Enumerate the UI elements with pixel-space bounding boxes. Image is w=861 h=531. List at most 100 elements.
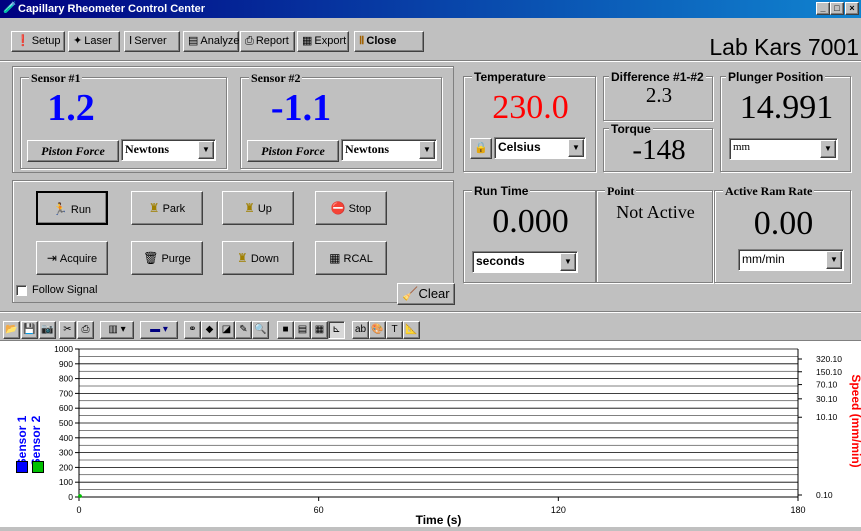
server-icon: Ⅰ [129, 35, 133, 47]
ram-rate-title: Active Ram Rate [723, 184, 815, 199]
pencil-icon: ✎ [239, 324, 248, 335]
stop-icon: ⛔ [330, 201, 346, 215]
shape-button[interactable]: ◪ [218, 321, 235, 339]
fill-button[interactable]: ■ [277, 321, 294, 339]
y-tick-label: 400 [59, 433, 73, 443]
park-button[interactable]: ♜ Park [131, 191, 203, 225]
grid-button[interactable]: ▦ [311, 321, 328, 339]
purge-button[interactable]: 🗑 Purge [131, 241, 203, 275]
y-axis-label-sensor1: Sensor 1 [15, 415, 29, 466]
text-button[interactable]: T [386, 321, 403, 339]
text-tool-icon: T [391, 324, 398, 335]
label-button[interactable]: ab [352, 321, 369, 339]
color-dropdown[interactable]: ▬ ▾ [140, 321, 178, 339]
difference-title: Difference #1-#2 [609, 70, 706, 84]
color-swatch-icon: ▬ ▾ [150, 324, 168, 335]
folder-icon: 📂 [5, 324, 18, 335]
sensor1-group: Sensor #1 1.2 Piston Force Newtons ▼ [20, 71, 227, 169]
down-icon: ♜ [237, 251, 248, 265]
sensor2-unit-select[interactable]: Newtons ▼ [341, 139, 437, 161]
setup-icon: ❗ [16, 35, 30, 47]
printer-icon: ⎙ [81, 324, 90, 335]
axes-button[interactable]: ⊾ [328, 321, 345, 339]
sensor2-color-swatch[interactable] [32, 461, 44, 473]
report-button[interactable]: ⎙ Report [240, 31, 295, 52]
minimize-button[interactable]: _ [816, 2, 830, 15]
scale-button[interactable]: 📐 [403, 321, 420, 339]
y-tick-label: 700 [59, 388, 73, 398]
chart-type-dropdown[interactable]: ▥ ▾ [100, 321, 134, 339]
maximize-button[interactable]: □ [830, 2, 844, 15]
chart-divider [0, 311, 861, 313]
close-window-button[interactable]: × [845, 2, 859, 15]
edit-button[interactable]: ✎ [235, 321, 252, 339]
clear-button[interactable]: 🧹Clear [397, 283, 455, 305]
table-button[interactable]: ▤ [294, 321, 311, 339]
stop-button[interactable]: ⛔ Stop [315, 191, 387, 225]
zoom-button[interactable]: ⚭ [184, 321, 201, 339]
analyze-button[interactable]: ▤ Analyze [183, 31, 240, 52]
server-button[interactable]: Ⅰ Server [124, 31, 180, 52]
sensor1-color-swatch[interactable] [16, 461, 28, 473]
export-icon: ▦ [302, 35, 313, 47]
chart-type-icon: ▥ ▾ [108, 324, 126, 335]
sensor1-value: 1.2 [47, 87, 95, 129]
temperature-unit-select[interactable]: Celsius ▼ [494, 137, 586, 159]
rcal-button[interactable]: ▦ RCAL [315, 241, 387, 275]
chevron-down-icon[interactable]: ▼ [568, 139, 584, 157]
shape-icon: ◪ [221, 324, 232, 335]
up-button[interactable]: ♜ Up [222, 191, 294, 225]
copy-button[interactable]: 📷 [39, 321, 56, 339]
acquire-button[interactable]: ⇥ Acquire [36, 241, 108, 275]
print-button[interactable]: ⎙ [77, 321, 94, 339]
park-icon: ♜ [148, 201, 160, 215]
follow-signal-checkbox[interactable] [16, 285, 27, 296]
fill-icon: ■ [282, 324, 289, 335]
broom-icon: 🧹 [402, 286, 419, 301]
sensor1-piston-force-button[interactable]: Piston Force [27, 140, 119, 162]
chevron-down-icon[interactable]: ▼ [560, 253, 576, 271]
sensor2-piston-force-button[interactable]: Piston Force [247, 140, 339, 162]
chart-area: 0 100 200 300 400 500 600 700 800 900 1000 0 60 120 18… [0, 340, 861, 527]
laser-button[interactable]: ✦ Laser [68, 31, 120, 52]
scissors-icon: ✂ [63, 324, 72, 335]
ruler-icon: 📐 [405, 324, 418, 335]
sensor1-unit-select[interactable]: Newtons ▼ [121, 139, 216, 161]
down-button[interactable]: ♜ Down [222, 241, 294, 275]
export-button[interactable]: ▦ Export [297, 31, 349, 52]
pattern-button[interactable]: ◆ [201, 321, 218, 339]
chevron-down-icon[interactable]: ▼ [198, 141, 214, 159]
close-button[interactable]: Ⅱ Close [354, 31, 424, 52]
lock-button[interactable]: 🔒 [470, 138, 492, 159]
palette-icon: 🎨 [371, 324, 384, 335]
rcal-icon: ▦ [329, 251, 341, 265]
cut-button[interactable]: ✂ [59, 321, 76, 339]
setup-button[interactable]: ❗ Setup [11, 31, 65, 52]
x-tick-label: 60 [314, 505, 324, 515]
lock-icon: 🔒 [474, 142, 488, 154]
y2-tick-label: 0.10 [816, 490, 833, 500]
run-time-unit-select[interactable]: seconds ▼ [472, 251, 578, 273]
y2-tick-label: 320.10 [816, 354, 842, 364]
y-tick-label: 1000 [54, 344, 73, 354]
up-icon: ♜ [244, 201, 255, 215]
sensor1-title: Sensor #1 [29, 71, 83, 86]
y-tick-label: 200 [59, 462, 73, 472]
chevron-down-icon[interactable]: ▼ [826, 251, 842, 269]
run-time-title: Run Time [472, 184, 531, 198]
analyze-icon: ▤ [188, 35, 199, 47]
run-button[interactable]: 🏃 Run [36, 191, 108, 225]
plunger-unit-select[interactable]: mm ▼ [729, 138, 838, 160]
save-button[interactable]: 💾 [21, 321, 38, 339]
trash-icon: 🗑 [143, 251, 159, 265]
y2-tick-label: 10.10 [816, 412, 838, 422]
label-icon: ab [354, 324, 367, 335]
chevron-down-icon[interactable]: ▼ [419, 141, 435, 159]
ram-rate-unit-select[interactable]: mm/min ▼ [738, 249, 844, 271]
chevron-down-icon[interactable]: ▼ [820, 140, 836, 158]
palette-button[interactable]: 🎨 [369, 321, 386, 339]
preview-button[interactable]: 🔍 [252, 321, 269, 339]
y2-axis-label: Speed (mm/min) [849, 374, 861, 467]
open-button[interactable]: 📂 [3, 321, 20, 339]
ram-rate-value: 0.00 [753, 205, 814, 242]
